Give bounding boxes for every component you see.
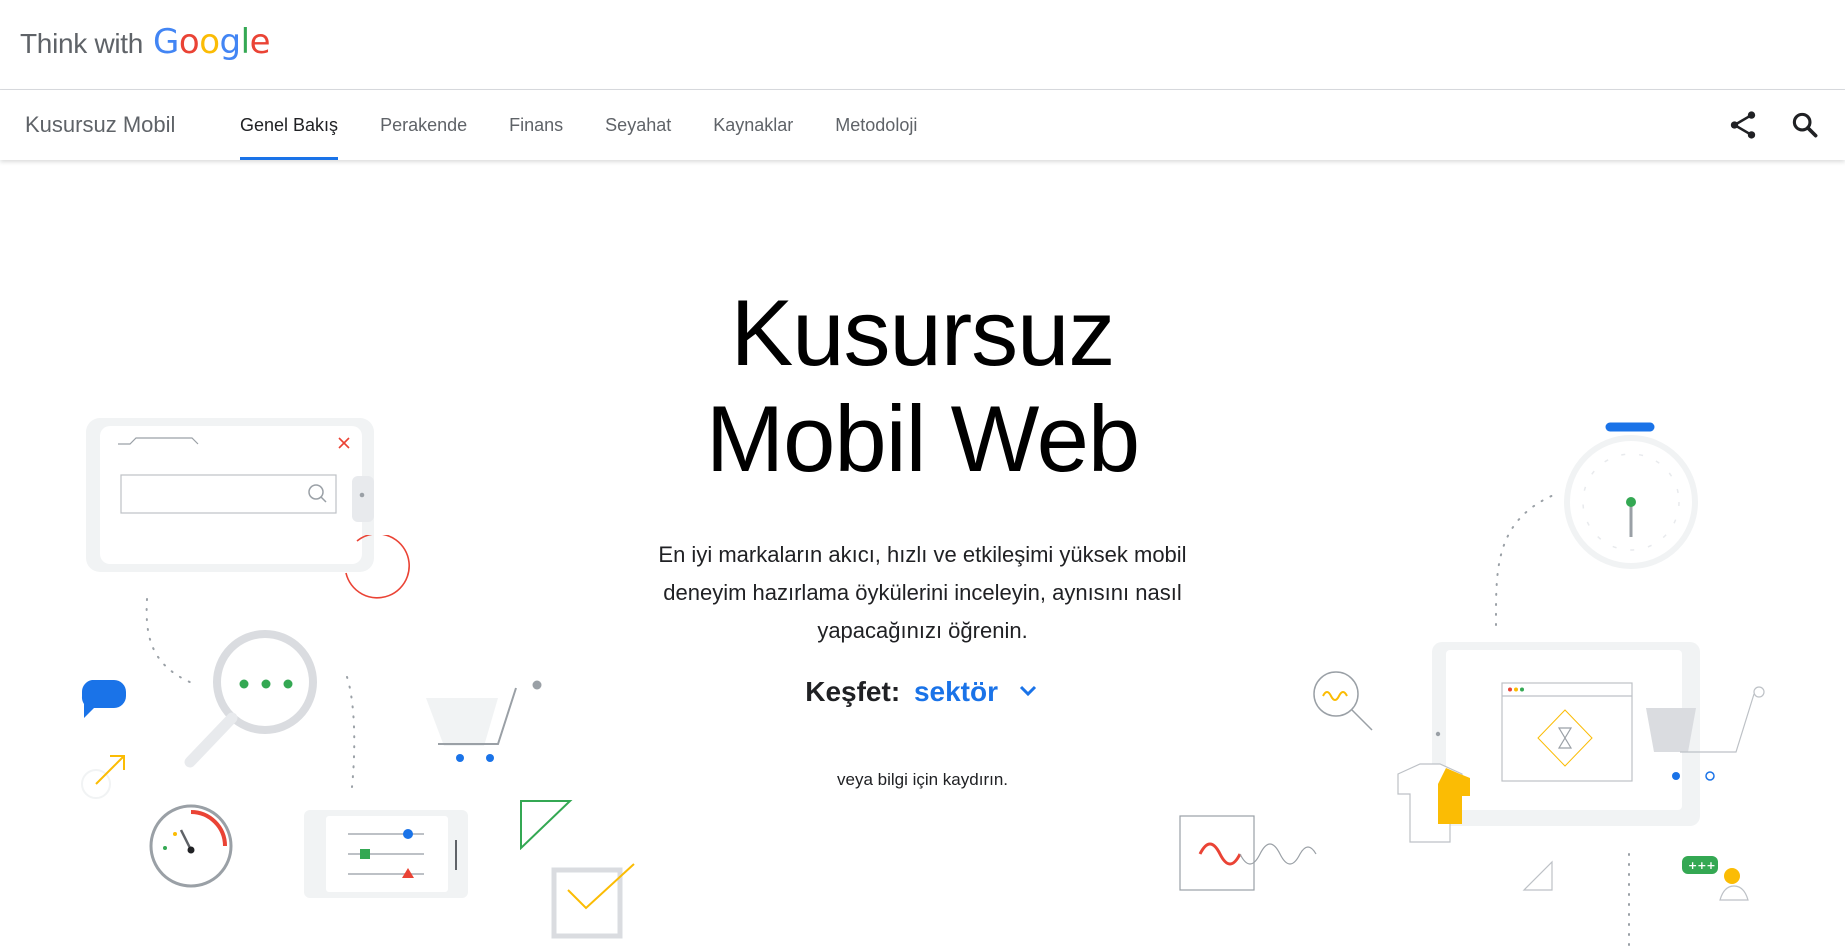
tab-kaynaklar[interactable]: Kaynaklar xyxy=(713,90,793,160)
brand-google-wordmark: Google xyxy=(153,22,270,62)
google-letter: o xyxy=(199,22,220,62)
hero-description: En iyi markaların akıcı, hızlı ve etkile… xyxy=(658,542,1187,643)
cart-outline-icon xyxy=(1646,686,1765,781)
dotted-arc-decoration xyxy=(1494,493,1557,626)
google-letter: g xyxy=(219,22,242,62)
checkbox-check-icon xyxy=(551,863,635,939)
triangle-decoration xyxy=(520,800,573,850)
nav-tabs: Genel Bakış Perakende Finans Seyahat Kaynakl… xyxy=(240,90,959,160)
tab-finans[interactable]: Finans xyxy=(509,90,563,160)
sine-wave-illustration xyxy=(1179,815,1317,891)
section-nav-bar: Kusursuz Mobil Genel Bakış Perakende Finan… xyxy=(0,90,1845,160)
svg-text:+++: +++ xyxy=(1688,859,1716,872)
search-wave-icon xyxy=(1313,671,1373,731)
dotted-vertical-decoration xyxy=(1628,853,1630,947)
dotted-line-decoration xyxy=(346,676,356,788)
explore-dropdown-value: sektör xyxy=(913,676,998,707)
chat-bubble-icon xyxy=(81,680,126,718)
google-letter: l xyxy=(240,22,250,62)
tab-seyahat[interactable]: Seyahat xyxy=(605,90,671,160)
shopping-cart-icon xyxy=(426,680,542,762)
section-title[interactable]: Kusursuz Mobil xyxy=(25,112,175,138)
red-circle-decoration xyxy=(345,535,410,599)
google-letter: G xyxy=(153,22,179,62)
think-with-google-logo[interactable]: Think with Google xyxy=(20,22,271,62)
tshirt-illustration xyxy=(1397,763,1470,843)
top-brand-bar: Think with Google xyxy=(0,0,1845,90)
arrow-up-right-icon xyxy=(81,755,125,799)
share-icon[interactable] xyxy=(1726,108,1760,142)
brand-think-with: Think with xyxy=(20,28,144,59)
search-icon[interactable] xyxy=(1788,108,1822,142)
google-letter: o xyxy=(178,22,200,62)
magnifier-chat-illustration xyxy=(184,630,317,768)
gauge-icon xyxy=(149,804,233,888)
tab-metodoloji[interactable]: Metodoloji xyxy=(835,90,917,160)
settings-sliders-illustration xyxy=(304,810,468,898)
chat-user-icon: +++ xyxy=(1682,856,1749,901)
tab-genel-bakış[interactable]: Genel Bakış xyxy=(240,90,339,160)
hero-title-line-1: Kusursuz xyxy=(730,280,1116,385)
google-letter: e xyxy=(249,22,271,62)
stopwatch-icon xyxy=(1564,422,1698,569)
tab-perakende[interactable]: Perakende xyxy=(380,90,467,160)
phone-search-illustration xyxy=(86,418,374,572)
triangle-outline-decoration xyxy=(1522,860,1553,891)
explore-label: Keşfet: xyxy=(805,676,901,707)
chevron-down-icon xyxy=(1016,678,1040,710)
explore-dropdown[interactable]: sektör xyxy=(914,676,1040,707)
